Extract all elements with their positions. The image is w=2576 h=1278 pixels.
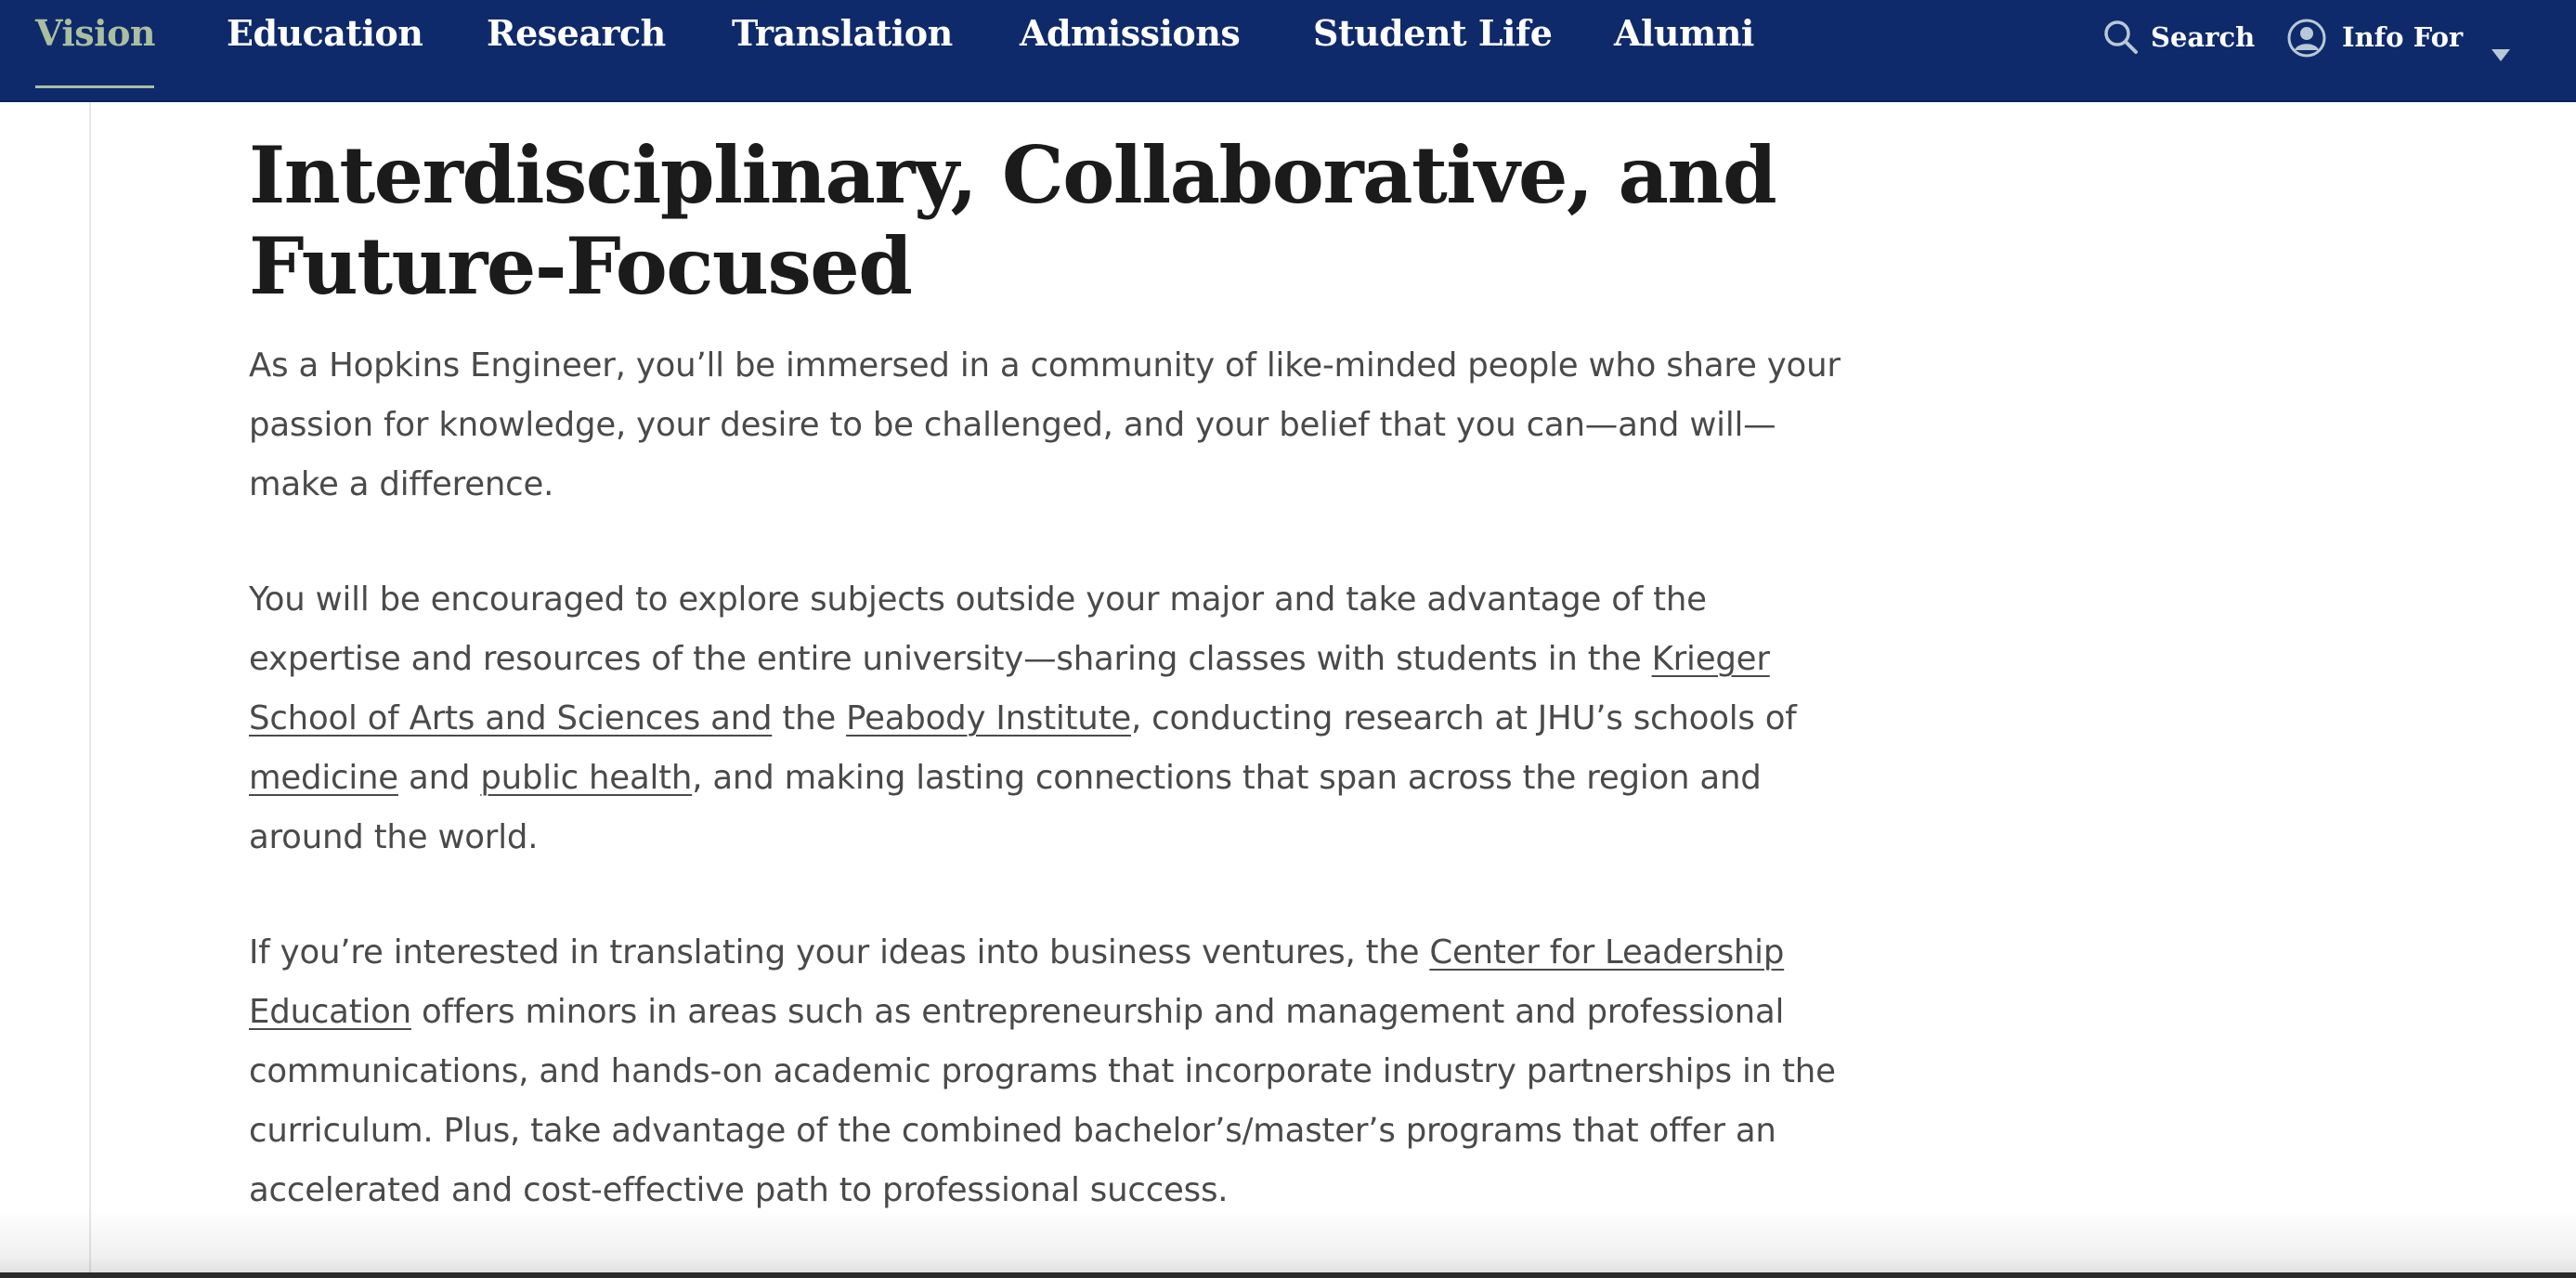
link-peabody-institute[interactable]: Peabody Institute xyxy=(846,699,1131,737)
left-divider xyxy=(89,102,91,1278)
paragraph-university-resources: You will be encouraged to explore subjec… xyxy=(249,570,1855,867)
search-icon xyxy=(2102,19,2140,71)
bottom-edge-bar xyxy=(0,1272,2576,1278)
bottom-fade-shadow xyxy=(0,1207,2576,1278)
paragraph-text: If you’re interested in translating your… xyxy=(249,933,1430,972)
main-content: Interdisciplinary, Collaborative, and Fu… xyxy=(249,130,1855,1220)
link-public-health[interactable]: public health xyxy=(480,759,692,797)
top-navigation-bar: Vision Education Research Translation Ad… xyxy=(0,0,2576,102)
user-icon xyxy=(2286,18,2327,73)
link-medicine[interactable]: medicine xyxy=(249,759,398,797)
nav-item-student-life[interactable]: Student Life xyxy=(1313,7,1553,59)
paragraph-text: You will be encouraged to explore subjec… xyxy=(249,580,1707,678)
paragraph-text: , conducting research at JHU’s schools o… xyxy=(1130,699,1797,737)
search-label: Search xyxy=(2151,21,2256,53)
info-for-label: Info For xyxy=(2342,21,2464,53)
paragraph-business-ventures: If you’re interested in translating your… xyxy=(249,923,1855,1220)
nav-item-vision[interactable]: Vision xyxy=(35,7,156,59)
nav-item-education[interactable]: Education xyxy=(227,7,423,59)
nav-item-alumni[interactable]: Alumni xyxy=(1614,7,1754,59)
active-nav-underline xyxy=(35,85,154,88)
paragraph-text: the xyxy=(772,699,847,737)
nav-item-translation[interactable]: Translation xyxy=(732,7,953,59)
paragraph-text: and xyxy=(397,759,481,797)
paragraph-intro: As a Hopkins Engineer, you’ll be immerse… xyxy=(249,346,1841,503)
paragraph-text: offers minors in areas such as entrepren… xyxy=(249,993,1836,1209)
page-heading: Interdisciplinary, Collaborative, and Fu… xyxy=(249,129,1777,312)
info-for-dropdown[interactable]: Info For xyxy=(2286,13,2515,61)
search-button[interactable]: Search xyxy=(2102,13,2255,61)
chevron-down-icon xyxy=(2491,30,2511,78)
nav-item-admissions[interactable]: Admissions xyxy=(1020,7,1241,59)
nav-item-research[interactable]: Research xyxy=(487,7,666,59)
